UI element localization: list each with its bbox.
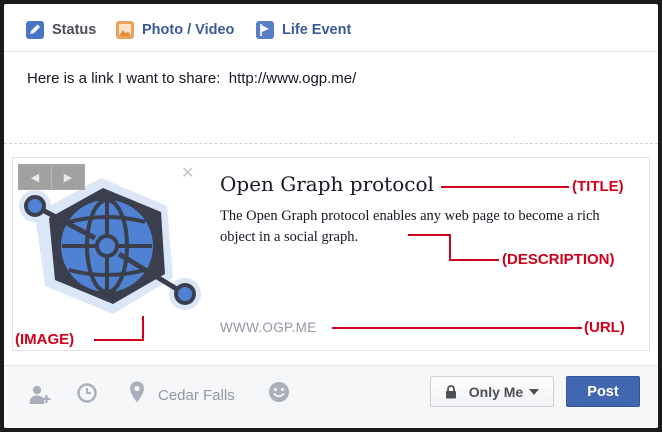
status-textarea[interactable]: Here is a link I want to share: http://w… (4, 52, 658, 144)
image-carousel-arrows: ◀ ▶ (18, 164, 85, 190)
privacy-selector[interactable]: Only Me (430, 376, 554, 407)
pencil-icon (26, 21, 44, 39)
image-annotation-line-b (94, 339, 144, 341)
description-annotation-line-a (408, 234, 450, 236)
prev-image-button[interactable]: ◀ (19, 165, 52, 189)
composer-footer: Cedar Falls Only Me Post (4, 365, 658, 428)
lock-icon (445, 384, 456, 398)
status-text: Here is a link I want to share: http://w… (27, 70, 357, 87)
image-annotation: (IMAGE) (15, 331, 75, 348)
location-pin-icon[interactable] (128, 380, 146, 404)
preview-url: WWW.OGP.ME (220, 320, 317, 335)
add-friend-icon[interactable] (28, 382, 52, 406)
image-annotation-line-a (142, 316, 144, 340)
tab-life-event[interactable]: Life Event (256, 20, 351, 40)
tab-photo-video[interactable]: Photo / Video (116, 20, 234, 40)
smiley-icon[interactable] (268, 381, 290, 403)
url-annotation: (URL) (584, 319, 625, 336)
privacy-label: Only Me (468, 383, 524, 400)
remove-image-button[interactable]: ✕ (181, 166, 194, 182)
tab-status[interactable]: Status (26, 20, 96, 40)
description-annotation-line-b (449, 234, 451, 260)
share-dialog: Status Photo / Video Life Event Here is … (4, 4, 658, 428)
composer-tabs: Status Photo / Video Life Event (4, 4, 658, 52)
next-image-button[interactable]: ▶ (52, 165, 84, 189)
description-annotation: (DESCRIPTION) (502, 251, 615, 268)
photo-icon (116, 21, 134, 39)
post-button[interactable]: Post (566, 376, 640, 407)
tab-status-label: Status (52, 22, 97, 38)
flag-icon (256, 21, 274, 39)
tab-photo-video-label: Photo / Video (142, 22, 235, 38)
url-annotation-line (332, 327, 582, 329)
title-annotation: (TITLE) (572, 178, 624, 195)
tab-life-event-label: Life Event (282, 22, 352, 38)
title-annotation-line (441, 186, 569, 188)
preview-description[interactable]: The Open Graph protocol enables any web … (220, 206, 635, 248)
chevron-down-icon (529, 388, 540, 395)
clock-icon[interactable] (76, 382, 98, 404)
description-annotation-line-c (449, 259, 499, 261)
location-label[interactable]: Cedar Falls (158, 387, 235, 404)
preview-title[interactable]: Open Graph protocol (220, 172, 434, 196)
